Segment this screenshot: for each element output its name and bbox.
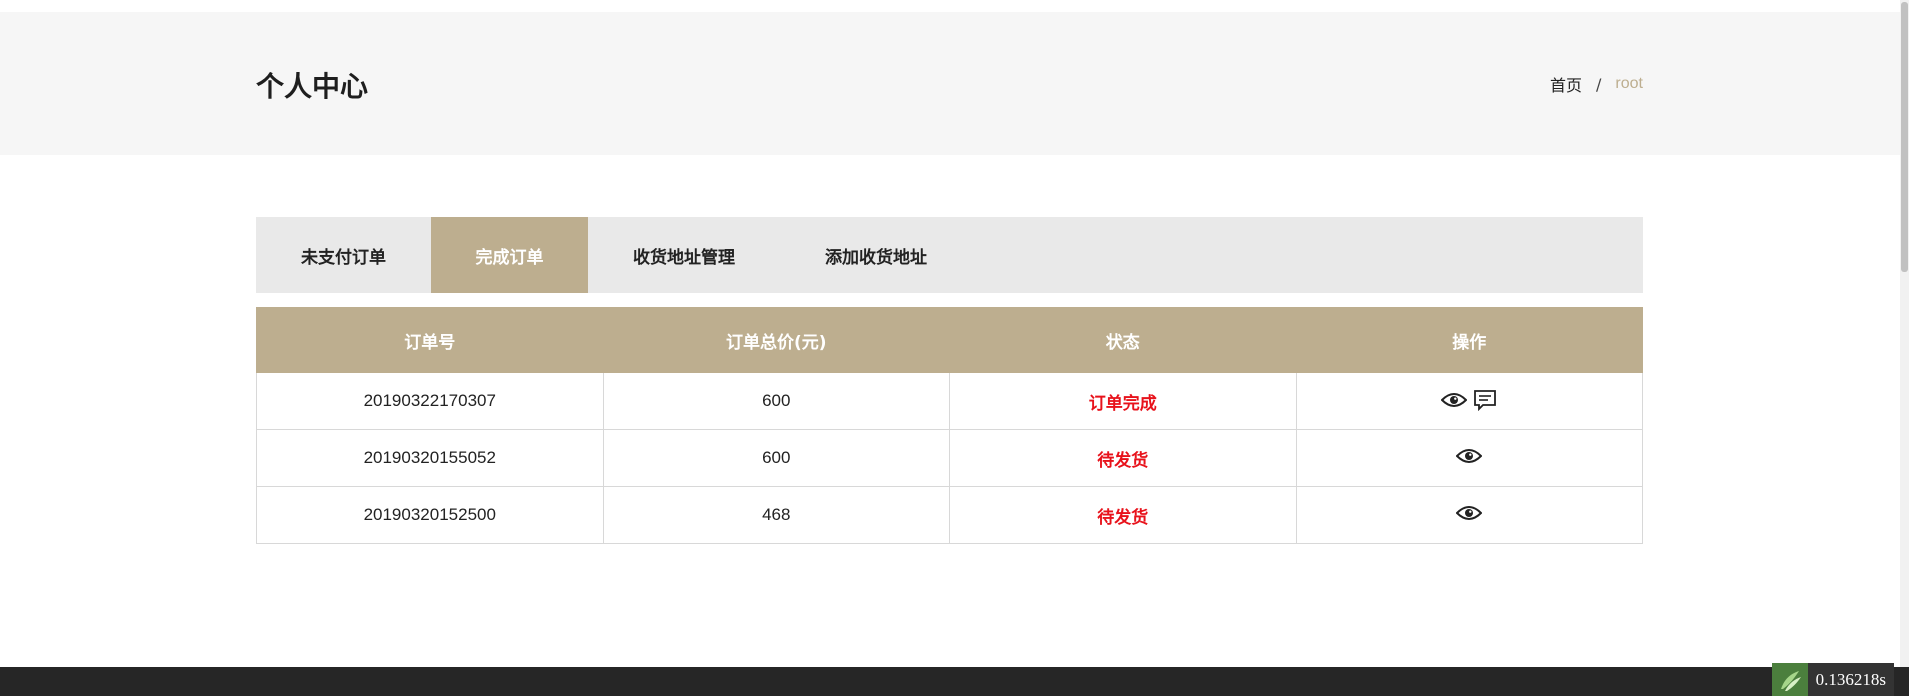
scrollbar-thumb[interactable] (1901, 2, 1908, 272)
order-tabs: 未支付订单 完成订单 收货地址管理 添加收货地址 (256, 217, 1643, 293)
tab-completed-orders[interactable]: 完成订单 (431, 217, 588, 293)
order-actions (1295, 429, 1643, 487)
comment-icon[interactable] (1473, 389, 1497, 411)
table-row: 20190320155052 600 待发货 (256, 429, 1643, 487)
order-number: 20190320152500 (256, 486, 604, 544)
table-header-row: 订单号 订单总价(元) 状态 操作 (256, 307, 1643, 373)
table-row: 20190322170307 600 订单完成 (256, 372, 1643, 430)
column-header-total: 订单总价(元) (602, 307, 950, 373)
column-header-order-no: 订单号 (256, 307, 604, 373)
tab-address-management[interactable]: 收货地址管理 (588, 217, 780, 293)
column-header-status: 状态 (949, 307, 1297, 373)
tab-unpaid-orders[interactable]: 未支付订单 (256, 217, 431, 293)
vertical-scrollbar[interactable] (1900, 0, 1909, 667)
table-row: 20190320152500 468 待发货 (256, 486, 1643, 544)
order-number: 20190322170307 (256, 372, 604, 430)
order-status: 待发货 (949, 429, 1297, 487)
order-status: 待发货 (949, 486, 1297, 544)
order-actions (1295, 372, 1643, 430)
order-total: 600 (602, 372, 950, 430)
page: 个人中心 首页 / root 未支付订单 完成订单 收货地址管理 添加收货地址 … (0, 0, 1909, 696)
eye-icon[interactable] (1441, 391, 1468, 409)
debug-timer-badge[interactable]: 0.136218s (1771, 663, 1894, 696)
page-title: 个人中心 (256, 70, 369, 103)
breadcrumb: 首页 / root (1550, 72, 1643, 96)
column-header-actions: 操作 (1295, 307, 1643, 373)
debug-logo-icon (1771, 663, 1808, 696)
breadcrumb-current: root (1615, 75, 1643, 92)
debug-elapsed-time: 0.136218s (1815, 669, 1886, 689)
eye-icon[interactable] (1456, 504, 1483, 522)
breadcrumb-separator: / (1596, 74, 1602, 94)
orders-table: 订单号 订单总价(元) 状态 操作 20190322170307 600 订单完… (256, 307, 1643, 544)
tab-add-address[interactable]: 添加收货地址 (780, 217, 972, 293)
order-status: 订单完成 (949, 372, 1297, 430)
order-total: 600 (602, 429, 950, 487)
breadcrumb-home-link[interactable]: 首页 (1550, 72, 1582, 96)
order-total: 468 (602, 486, 950, 544)
eye-icon[interactable] (1456, 447, 1483, 465)
order-number: 20190320155052 (256, 429, 604, 487)
order-actions (1295, 486, 1643, 544)
page-footer (0, 667, 1909, 696)
